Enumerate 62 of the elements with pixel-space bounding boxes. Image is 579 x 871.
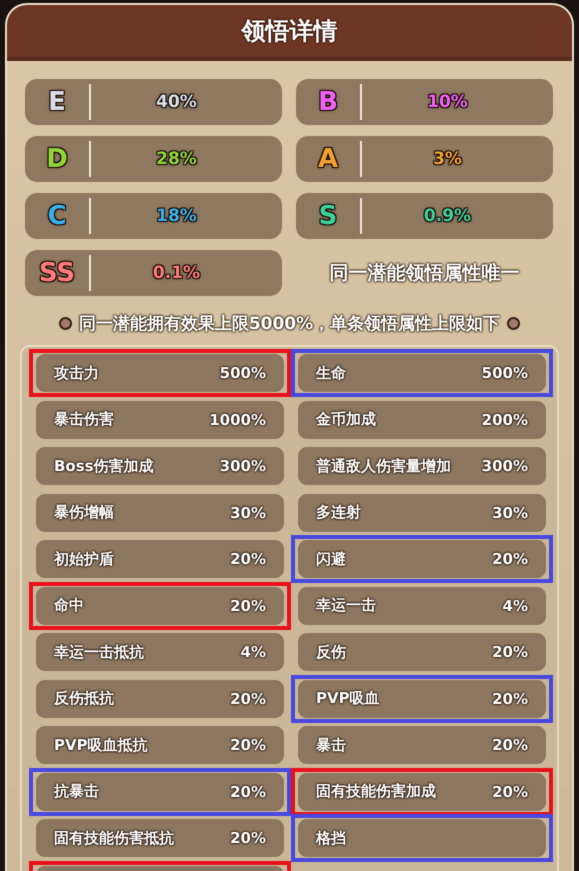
grade-letter: SS bbox=[38, 258, 76, 288]
attribute-limit: 20% bbox=[492, 782, 528, 800]
attribute-name: 暴伤增幅 bbox=[54, 503, 114, 522]
bullet-icon bbox=[507, 317, 520, 330]
grade-chance: 3% bbox=[432, 149, 463, 169]
attribute-limit: 30% bbox=[230, 504, 266, 522]
attribute-name: 固有技能伤害加成 bbox=[316, 782, 436, 801]
attribute-name: PVP吸血 bbox=[316, 689, 380, 708]
grade-chance: 10% bbox=[426, 92, 469, 112]
dialog-title: 领悟详情 bbox=[242, 16, 338, 47]
grade-letter: B bbox=[317, 87, 339, 117]
attribute-limit: 20% bbox=[230, 550, 266, 568]
attribute-limit: 300% bbox=[220, 457, 266, 475]
attribute-limit: 4% bbox=[240, 643, 266, 661]
attribute-name: 反伤抵抗 bbox=[54, 689, 114, 708]
grade-chance: 0.1% bbox=[152, 263, 202, 283]
attribute-limit: 20% bbox=[230, 596, 266, 614]
grade-note: 同一潜能领悟属性唯一 bbox=[328, 261, 520, 286]
attribute-name: 暴击 bbox=[316, 736, 346, 754]
attribute-name: 幸运一击抵抗 bbox=[54, 642, 144, 662]
attribute-name: 金币加成 bbox=[316, 410, 376, 429]
attribute-limit: 200% bbox=[482, 410, 528, 428]
attribute-name: 生命 bbox=[316, 364, 346, 382]
attribute-name: 抗暴击 bbox=[54, 782, 99, 801]
attribute-limit: 300% bbox=[482, 457, 528, 475]
grade-chance: 0.9% bbox=[422, 206, 472, 226]
attribute-name: 初始护盾 bbox=[54, 550, 114, 568]
attribute-name: PVP吸血抵抗 bbox=[54, 736, 148, 754]
bullet-icon bbox=[58, 317, 72, 330]
attribute-name: 多连射 bbox=[316, 503, 361, 522]
grade-letter: D bbox=[45, 144, 69, 174]
attribute-name: Boss伤害加成 bbox=[54, 456, 154, 476]
attribute-limit: 20% bbox=[230, 736, 266, 754]
limit-note: 同一潜能拥有效果上限5000%，单条领悟属性上限如下 bbox=[78, 313, 500, 335]
attribute-name: 格挡 bbox=[316, 828, 346, 848]
attribute-name: 反伤 bbox=[316, 642, 346, 662]
attribute-name: 固有技能伤害抵抗 bbox=[54, 828, 174, 848]
grade-letter: A bbox=[316, 144, 340, 174]
attribute-limit: 20% bbox=[492, 643, 528, 661]
attribute-limit: 20% bbox=[230, 829, 266, 847]
attribute-limit: 20% bbox=[230, 782, 266, 800]
attribute-name: 命中 bbox=[54, 596, 84, 615]
attribute-limit: 20% bbox=[492, 736, 528, 754]
attribute-limit: 20% bbox=[492, 550, 528, 568]
attribute-limit: 20% bbox=[492, 690, 528, 708]
attribute-limit: 1000% bbox=[209, 410, 266, 428]
attribute-name: 普通敌人伤害量增加 bbox=[316, 456, 451, 476]
attribute-limit: 30% bbox=[492, 504, 528, 522]
attribute-limit: 20% bbox=[230, 690, 266, 708]
grade-chance: 28% bbox=[155, 149, 198, 169]
grade-chance: 40% bbox=[155, 92, 198, 112]
grade-chance: 18% bbox=[155, 206, 198, 226]
grade-letter: E bbox=[47, 87, 67, 117]
grade-letter: C bbox=[46, 201, 68, 231]
attribute-limit: 4% bbox=[502, 596, 528, 614]
attribute-name: 暴击伤害 bbox=[54, 410, 114, 429]
attribute-name: 攻击力 bbox=[54, 364, 99, 382]
grade-letter: S bbox=[318, 201, 338, 231]
attribute-limit: 500% bbox=[220, 364, 266, 382]
attribute-limit: 500% bbox=[482, 364, 528, 382]
attribute-name: 幸运一击 bbox=[316, 596, 376, 615]
attribute-name: 闪避 bbox=[316, 550, 346, 568]
